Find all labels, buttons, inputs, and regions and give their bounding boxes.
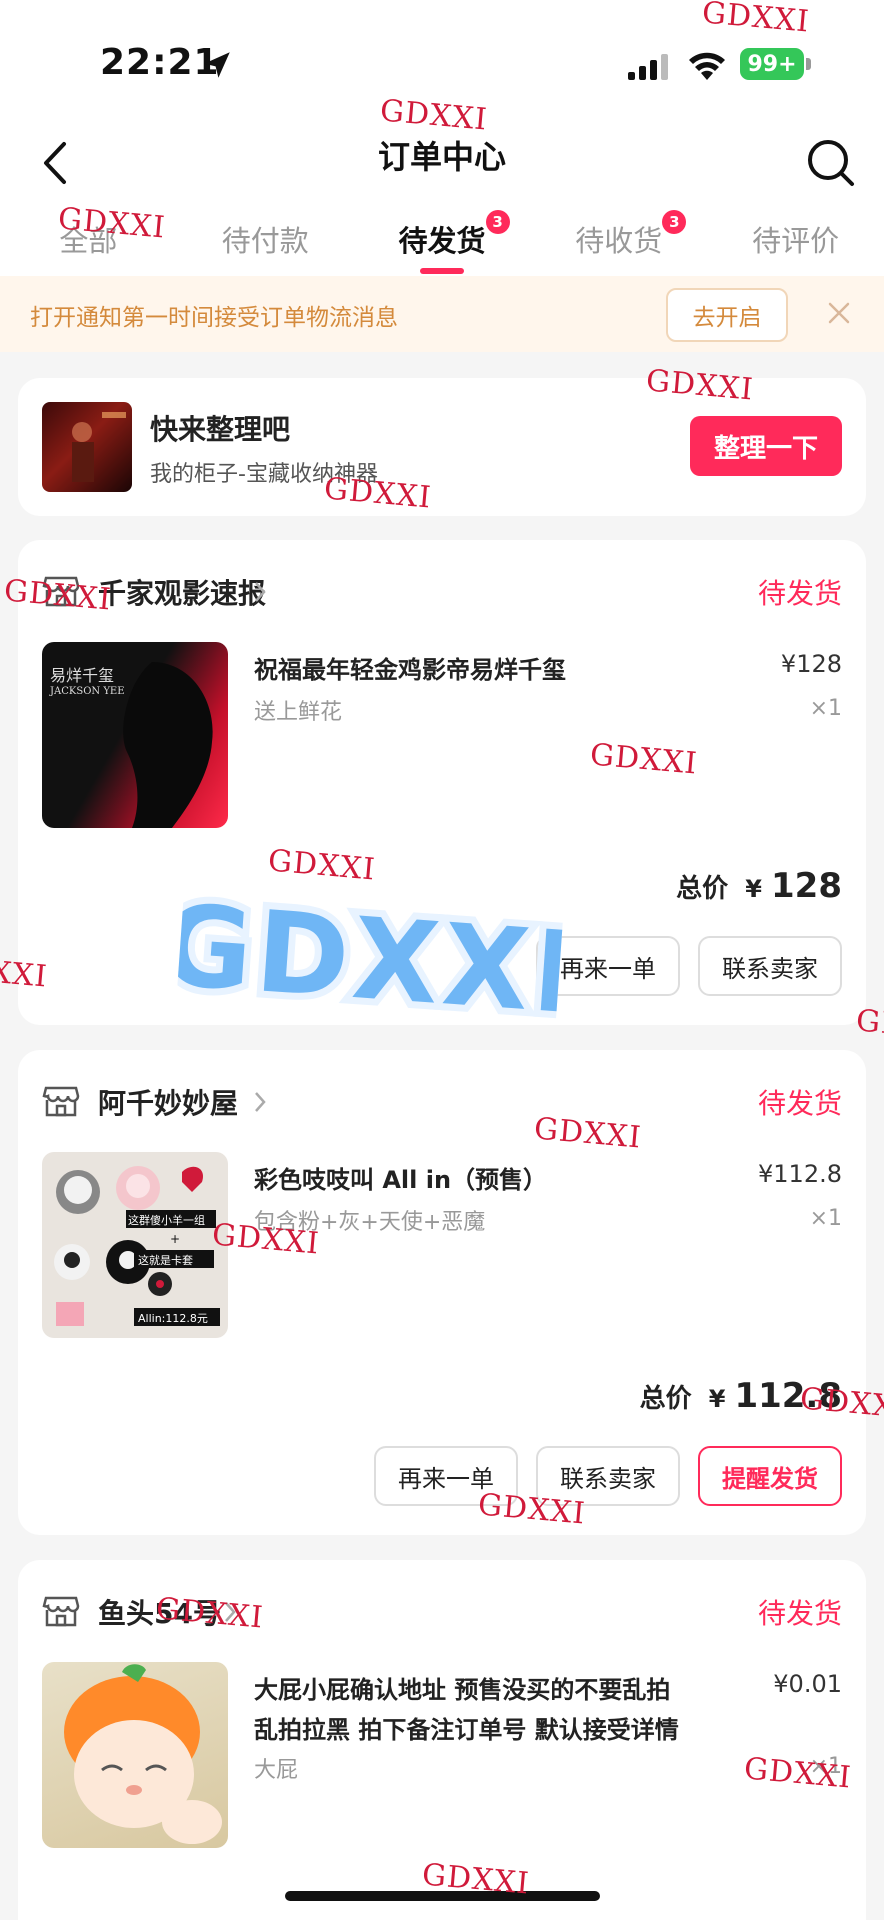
thumb-caption: JACKSON YEE [50, 686, 125, 697]
product-price: ¥128 [780, 650, 842, 678]
tab-badge: 3 [662, 210, 687, 234]
enable-notification-button[interactable]: 去开启 [666, 288, 788, 342]
product-price: ¥112.8 [758, 1160, 842, 1188]
product-thumbnail[interactable]: 这群傻小羊一组 + 这就是卡套 Allin:112.8元 [42, 1152, 228, 1338]
product-spec: 大屁 [254, 1758, 299, 1783]
thumb-caption: 这群傻小羊一组 [128, 1214, 205, 1227]
promo-thumbnail [42, 402, 132, 492]
shop-name: 千家观影速报 [98, 577, 267, 610]
order-status: 待发货 [757, 1087, 842, 1120]
shop-name: 阿千妙妙屋 [98, 1087, 239, 1120]
shop-header[interactable]: 千家观影速报 待发货 [42, 570, 842, 614]
product-title: 祝福最年轻金鸡影帝易烊千玺 [254, 656, 566, 684]
page-title: 订单中心 [377, 138, 506, 176]
product-thumbnail[interactable]: 易烊千玺 JACKSON YEE [42, 642, 228, 828]
tab-pending-payment[interactable]: 待付款 [177, 206, 354, 278]
product-title: 大屁小屁确认地址 预售没买的不要乱拍 乱拍拉黑 拍下备注订单号 默认接受详情 [254, 1676, 679, 1744]
thumb-caption: 易烊千玺 [50, 666, 115, 685]
product-quantity: ×1 [809, 696, 842, 721]
shop-header[interactable]: 阿千妙妙屋 待发货 [42, 1080, 842, 1124]
wifi-icon [689, 52, 725, 80]
chevron-right-icon [255, 582, 266, 602]
product-title: 彩色吱吱叫 All in（预售） [254, 1166, 548, 1194]
tab-badge: 3 [485, 210, 510, 234]
thumb-caption: Allin:112.8元 [138, 1312, 208, 1325]
watermark-logo: GDXXI [175, 874, 565, 1044]
product-quantity: ×1 [809, 1206, 842, 1231]
product-price: ¥0.01 [773, 1670, 842, 1698]
battery-indicator: 99+ [740, 48, 804, 80]
chevron-right-icon [255, 1092, 266, 1112]
tab-pending-shipment[interactable]: 待发货 3 [354, 206, 531, 278]
organize-button[interactable]: 整理一下 [690, 416, 842, 476]
store-icon [42, 1086, 80, 1117]
remind-shipment-button[interactable]: 提醒发货 [698, 1446, 842, 1506]
tab-label: 待发货 [398, 224, 486, 258]
watermark-text: GDXXI [854, 1003, 884, 1048]
close-icon[interactable] [824, 298, 854, 328]
thumb-caption: 这就是卡套 [138, 1254, 193, 1267]
promo-title: 快来整理吧 [150, 413, 291, 446]
active-tab-indicator [419, 268, 464, 274]
total-label: 总价 [676, 874, 729, 904]
tab-label: 待付款 [221, 224, 309, 258]
order-total: 总价 ¥ 128 [676, 866, 842, 906]
total-amount: 128 [771, 866, 842, 906]
order-card: 阿千妙妙屋 待发货 这群傻小羊一组 + 这就是卡套 Allin:112.8元 彩… [18, 1050, 866, 1535]
tab-pending-review[interactable]: 待评价 [707, 206, 884, 278]
notice-text: 打开通知第一时间接受订单物流消息 [30, 305, 398, 331]
contact-seller-button[interactable]: 联系卖家 [698, 936, 842, 996]
order-status: 待发货 [757, 1597, 842, 1630]
location-arrow-icon [204, 52, 230, 78]
total-label: 总价 [639, 1384, 692, 1414]
cellular-signal-icon [628, 54, 668, 80]
thumb-caption: + [170, 1232, 181, 1246]
notification-banner: 打开通知第一时间接受订单物流消息 去开启 [0, 276, 884, 352]
store-icon [42, 1596, 80, 1627]
order-status: 待发货 [757, 577, 842, 610]
watermark-logo-text: GDXXI [175, 881, 565, 1040]
battery-tip [806, 58, 811, 70]
tab-label: 待评价 [752, 224, 840, 258]
currency-symbol: ¥ [708, 1385, 726, 1413]
tab-label: 待收货 [575, 224, 663, 258]
promo-image-icon [72, 412, 126, 482]
tab-pending-receipt[interactable]: 待收货 3 [530, 206, 707, 278]
product-thumbnail[interactable] [42, 1662, 228, 1848]
product-spec: 送上鲜花 [254, 700, 343, 725]
order-actions: 再来一单 联系卖家 [536, 936, 842, 996]
plush-doll-icon [64, 1664, 222, 1844]
order-actions: 再来一单 联系卖家 提醒发货 [374, 1446, 842, 1506]
search-icon[interactable] [798, 128, 862, 198]
currency-symbol: ¥ [745, 875, 762, 903]
